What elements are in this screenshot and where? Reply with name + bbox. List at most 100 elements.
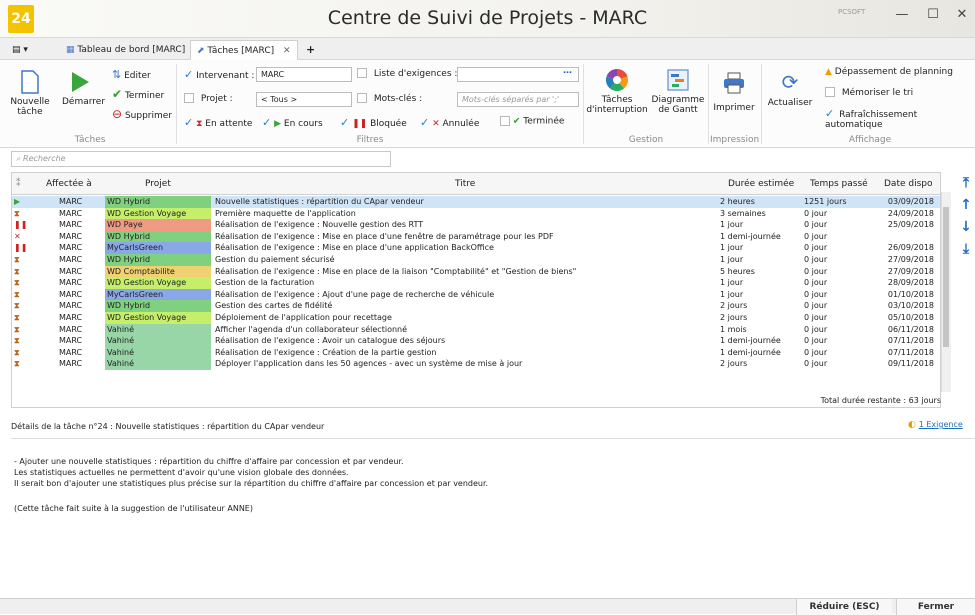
table-cell-duree: 1 jour — [720, 220, 744, 230]
footer-bar: Réduire (ESC) Fermer — [0, 598, 975, 615]
table-cell-project: WD Hybrid — [105, 230, 211, 243]
state-filter-annulee[interactable]: ✓ ✕ Annulée — [420, 116, 479, 129]
checkbox[interactable] — [500, 116, 510, 126]
minimize-icon[interactable]: — — [889, 4, 915, 26]
state-filter-en-attente[interactable]: ✓ ⧗ En attente — [184, 116, 252, 129]
table-cell-title: Gestion des cartes de fidélité — [215, 301, 333, 311]
table-row[interactable]: ⧗ MARC Vahiné Réalisation de l'exigence : C… — [12, 346, 940, 359]
previous-record-icon[interactable]: ↑ — [959, 197, 973, 215]
blocked-icon: ❚❚ — [14, 220, 28, 230]
table-row[interactable]: ⧗ MARC Vahiné Réalisation de l'exigence : A… — [12, 335, 940, 347]
close-icon[interactable]: ✕ — [949, 4, 975, 26]
table-cell-date: 27/09/2018 — [887, 266, 934, 276]
tab-close-icon[interactable]: ✕ — [283, 46, 291, 56]
exigences-input[interactable] — [457, 67, 579, 82]
table-cell-duree: 1 demi-journée — [720, 336, 781, 346]
state-filter-bloquee[interactable]: ✓ ❚❚ Bloquée — [340, 116, 407, 129]
hourglass-icon: ⧗ — [14, 313, 20, 322]
checkbox[interactable] — [357, 93, 367, 103]
table-row[interactable]: ⧗ MARC Vahiné Afficher l'agenda d'un collab… — [12, 323, 940, 336]
column-header-titre[interactable]: Titre — [455, 173, 475, 195]
table-row[interactable]: ⧗ MARC MyCarlsGreen Réalisation de l'exigen… — [12, 288, 940, 301]
table-cell-title: Afficher l'agenda d'un collaborateur sél… — [215, 324, 408, 334]
table-cell-assignee: MARC — [59, 278, 83, 288]
start-button[interactable]: Démarrer — [62, 70, 105, 107]
table-cell-project: Vahiné — [105, 335, 211, 347]
table-row[interactable]: ⧗ MARC WD Gestion Voyage Première maquette … — [12, 207, 940, 220]
table-cell-assignee: MARC — [59, 255, 83, 264]
table-cell-temps: 0 jour — [804, 278, 828, 288]
remember-sort-option[interactable]: Mémoriser le tri — [825, 87, 913, 98]
printer-icon — [724, 72, 744, 94]
check-icon: ✔ — [512, 116, 521, 127]
column-header-projet[interactable]: Projet — [145, 173, 171, 195]
ellipsis-icon[interactable]: … — [563, 66, 572, 76]
projet-filter[interactable]: Projet : — [184, 93, 233, 104]
refresh-button[interactable]: ⟳ Actualiser — [764, 70, 816, 108]
print-button[interactable]: Imprimer — [712, 72, 756, 113]
edit-button[interactable]: ⇅ Editer — [112, 68, 151, 81]
interruption-tasks-button[interactable]: Tâches d'interruption — [586, 68, 648, 115]
new-tab-button[interactable]: + — [300, 40, 321, 60]
table-row[interactable]: ❚❚ MARC WD Paye Réalisation de l'exigence :… — [12, 219, 940, 231]
finish-button[interactable]: ✔ Terminer — [112, 87, 164, 101]
last-record-icon[interactable]: ⤓ — [959, 241, 973, 259]
group-label-filtres: Filtres — [356, 135, 384, 145]
table-row[interactable]: ⧗ MARC WD Hybrid Gestion des cartes de fidé… — [12, 300, 940, 312]
overrun-warning[interactable]: ▲ Dépassement de planning — [825, 67, 953, 77]
table-row[interactable]: ⧗ MARC Vahiné Déployer l'application dans l… — [12, 358, 940, 370]
intervenant-filter[interactable]: ✓ Intervenant : — [184, 68, 254, 81]
checkbox[interactable] — [825, 87, 835, 97]
table-cell-date: 28/09/2018 — [887, 278, 934, 288]
gantt-button[interactable]: Diagramme de Gantt — [650, 68, 706, 115]
column-header-affectee[interactable]: Affectée à — [46, 173, 92, 195]
close-button[interactable]: Fermer — [896, 599, 975, 615]
tab-tableau-de-bord[interactable]: ▦ Tableau de bord [MARC] ✕ — [60, 40, 208, 60]
brand-label: PCSOFT — [838, 8, 866, 16]
new-task-button[interactable]: Nouvelle tâche — [8, 70, 52, 117]
tab-menu-icon[interactable]: ▤ ▾ — [6, 40, 34, 60]
state-filter-terminee[interactable]: ✔ Terminée — [500, 116, 564, 127]
table-cell-date — [874, 231, 938, 243]
check-icon: ✔ — [112, 87, 123, 101]
table-row[interactable]: ⧗ MARC WD Gestion Voyage Gestion de la fact… — [12, 277, 940, 289]
hourglass-icon: ⧗ — [14, 347, 20, 357]
exigences-filter[interactable]: Liste d'exigences : — [357, 68, 457, 79]
column-header-duree[interactable]: Durée estimée — [728, 173, 794, 195]
delete-button[interactable]: ⊖ Supprimer — [112, 107, 172, 121]
table-row[interactable]: ✕ MARC WD Hybrid Réalisation de l'exigence … — [12, 230, 940, 243]
intervenant-select[interactable]: MARC — [256, 67, 352, 82]
table-row[interactable]: ❚❚ MARC MyCarlsGreen Réalisation de l'exige… — [12, 242, 940, 254]
column-header-temps[interactable]: Temps passé — [810, 173, 868, 195]
first-record-icon[interactable]: ⤒ — [959, 175, 973, 193]
table-row[interactable]: ⧗ MARC WD Hybrid Gestion du paiement sécuri… — [12, 254, 940, 266]
divider — [761, 64, 762, 144]
mots-cles-input[interactable]: Mots-clés séparés par ';' — [457, 92, 579, 107]
table-row[interactable]: ⧗ MARC WD Gestion Voyage Déploiement de l'a… — [12, 312, 940, 324]
checked-icon: ✓ — [262, 116, 272, 129]
state-filter-en-cours[interactable]: ✓ ▶ En cours — [262, 116, 323, 129]
auto-refresh-option[interactable]: ✓ Rafraîchissement automatique — [825, 107, 975, 130]
checkbox[interactable] — [184, 93, 194, 103]
table-cell-temps: 0 jour — [804, 243, 828, 253]
checked-icon: ✓ — [184, 116, 194, 129]
table-cell-temps: 0 jour — [804, 208, 828, 218]
table-cell-assignee: MARC — [59, 197, 83, 206]
tab-taches[interactable]: ⬈ Tâches [MARC] ✕ — [190, 40, 298, 60]
mots-cles-filter[interactable]: Mots-clés : — [357, 93, 422, 104]
sort-icon[interactable]: ⁑ — [16, 173, 21, 195]
table-row[interactable]: ⧗ MARC WD Comptabilite Réalisation de l'exi… — [12, 265, 940, 278]
table-cell-temps: 0 jour — [804, 359, 828, 369]
search-input[interactable]: ⌕ Recherche — [11, 151, 391, 167]
exigence-link[interactable]: ◐ 1 Exigence — [908, 420, 963, 430]
next-record-icon[interactable]: ↓ — [959, 219, 973, 237]
table-row[interactable]: ▶ MARC WD Hybrid Nouvelle statistiques : ré… — [12, 196, 940, 208]
checkbox[interactable] — [357, 68, 367, 78]
projet-select[interactable]: < Tous > — [256, 92, 352, 107]
table-cell-date: 05/10/2018 — [887, 313, 934, 322]
table-cell-temps: 1251 jours — [804, 197, 847, 206]
reduce-button[interactable]: Réduire (ESC) — [796, 599, 892, 615]
scrollbar-thumb[interactable] — [943, 207, 949, 347]
column-header-date[interactable]: Date dispo — [884, 173, 933, 195]
maximize-icon[interactable]: ☐ — [920, 4, 946, 26]
